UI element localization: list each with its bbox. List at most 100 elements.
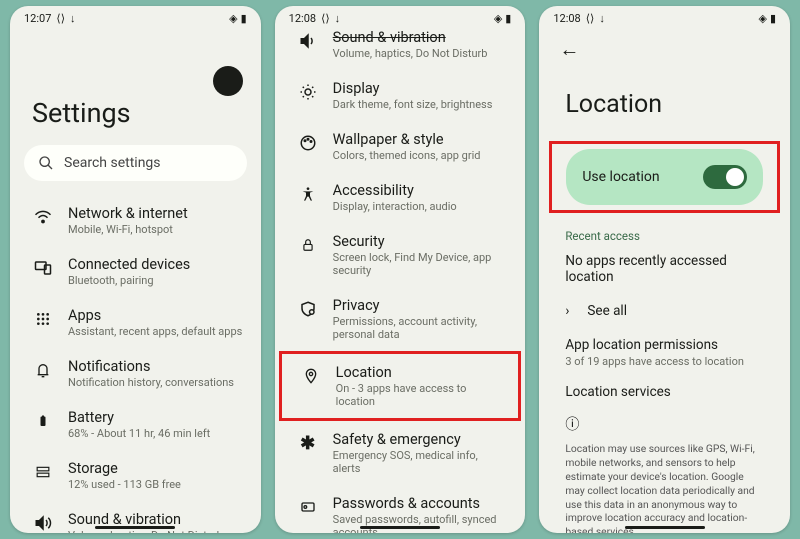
- wifi-icon: ◈: [494, 12, 502, 25]
- item-title: Security: [333, 233, 508, 250]
- item-title: Sound & vibration: [333, 29, 508, 46]
- battery-icon: ▮: [505, 12, 511, 25]
- settings-item-accessibility[interactable]: AccessibilityDisplay, interaction, audio: [279, 172, 522, 223]
- item-sub: Emergency SOS, medical info, alerts: [333, 449, 508, 475]
- item-sub: Colors, themed icons, app grid: [333, 149, 508, 162]
- nfc-icon: ⟨⟩: [56, 12, 65, 25]
- settings-item-location[interactable]: LocationOn - 3 apps have access to locat…: [279, 351, 522, 421]
- item-sub: Mobile, Wi-Fi, hotspot: [68, 223, 243, 236]
- location-settings-screen: 12:08 ⟨⟩ ↓ ◈ ▮ ← Location Use location R…: [539, 6, 790, 533]
- location-icon: [300, 365, 322, 387]
- wifi-icon: ◈: [758, 12, 766, 25]
- search-icon: [38, 155, 54, 171]
- brightness-icon: [297, 81, 319, 103]
- storage-icon: [32, 461, 54, 483]
- nav-handle[interactable]: [95, 526, 175, 529]
- nav-handle[interactable]: [625, 526, 705, 529]
- search-settings[interactable]: Search settings: [24, 145, 247, 181]
- status-time: 12:07: [24, 12, 51, 25]
- item-title: Safety & emergency: [333, 431, 508, 448]
- item-title: Privacy: [333, 297, 508, 314]
- item-title: Accessibility: [333, 182, 508, 199]
- item-sub: On - 3 apps have access to location: [336, 382, 505, 408]
- settings-scrolled-screen: 12:08 ⟨⟩ ↓ ◈ ▮ Sound & vibrationVolume, …: [275, 6, 526, 533]
- wifi-icon: ◈: [229, 12, 237, 25]
- location-disclaimer-1: Location may use sources like GPS, Wi-Fi…: [543, 440, 786, 533]
- item-title: Battery: [68, 409, 243, 426]
- item-sub: Volume, haptics, Do Not Disturb: [68, 529, 243, 533]
- item-sub: Notification history, conversations: [68, 376, 243, 389]
- settings-item-battery[interactable]: Battery68% - About 11 hr, 46 min left: [14, 399, 257, 450]
- no-recent-text: No apps recently accessed location: [543, 251, 786, 299]
- settings-item-network[interactable]: Network & internetMobile, Wi-Fi, hotspot: [14, 195, 257, 246]
- settings-item-storage[interactable]: Storage12% used - 113 GB free: [14, 450, 257, 501]
- info-icon: ⓘ: [543, 412, 786, 440]
- location-services[interactable]: Location services: [543, 380, 786, 412]
- settings-item-display[interactable]: DisplayDark theme, font size, brightness: [279, 70, 522, 121]
- battery-icon: ▮: [770, 12, 776, 25]
- item-sub: Dark theme, font size, brightness: [333, 98, 508, 111]
- accessibility-icon: [297, 183, 319, 205]
- item-sub: 12% used - 113 GB free: [68, 478, 243, 491]
- volume-icon: [32, 512, 54, 533]
- item-title: Apps: [68, 307, 243, 324]
- download-icon: ↓: [335, 12, 341, 25]
- chevron-right-icon: ›: [565, 303, 569, 319]
- page-title: Location: [543, 62, 786, 141]
- key-icon: [297, 496, 319, 518]
- item-sub: Permissions, account activity, personal …: [333, 315, 508, 341]
- item-title: Connected devices: [68, 256, 243, 273]
- item-title: Wallpaper & style: [333, 131, 508, 148]
- item-title: Location: [336, 364, 505, 381]
- download-icon: ↓: [599, 12, 605, 25]
- settings-item-security[interactable]: SecurityScreen lock, Find My Device, app…: [279, 223, 522, 287]
- use-location-toggle[interactable]: [703, 165, 747, 189]
- item-sub: Screen lock, Find My Device, app securit…: [333, 251, 508, 277]
- item-title: Passwords & accounts: [333, 495, 508, 512]
- settings-item-notifications[interactable]: NotificationsNotification history, conve…: [14, 348, 257, 399]
- recent-access-label: Recent access: [543, 213, 786, 251]
- item-sub: Display, interaction, audio: [333, 200, 508, 213]
- status-time: 12:08: [553, 12, 580, 25]
- item-sub: Bluetooth, pairing: [68, 274, 243, 287]
- use-location-toggle-row[interactable]: Use location: [566, 149, 763, 205]
- battery-icon: ▮: [241, 12, 247, 25]
- profile-avatar[interactable]: [213, 66, 243, 96]
- settings-item-safety[interactable]: ✱ Safety & emergencyEmergency SOS, medic…: [279, 421, 522, 485]
- settings-item-connected[interactable]: Connected devicesBluetooth, pairing: [14, 246, 257, 297]
- use-location-highlight: Use location: [549, 141, 780, 213]
- status-bar: 12:08 ⟨⟩ ↓ ◈ ▮: [275, 6, 526, 27]
- back-button[interactable]: ←: [543, 27, 786, 62]
- devices-icon: [32, 257, 54, 279]
- item-sub: 3 of 19 apps have access to location: [565, 355, 764, 368]
- item-title: Display: [333, 80, 508, 97]
- item-sub: Saved passwords, autofill, synced accoun…: [333, 513, 508, 533]
- nfc-icon: ⟨⟩: [321, 12, 330, 25]
- apps-icon: [32, 308, 54, 330]
- toggle-knob: [726, 168, 744, 186]
- app-location-permissions[interactable]: App location permissions 3 of 19 apps ha…: [543, 333, 786, 380]
- status-bar: 12:08 ⟨⟩ ↓ ◈ ▮: [539, 6, 790, 27]
- item-sub: Assistant, recent apps, default apps: [68, 325, 243, 338]
- nav-handle[interactable]: [360, 526, 440, 529]
- settings-item-wallpaper[interactable]: Wallpaper & styleColors, themed icons, a…: [279, 121, 522, 172]
- settings-main-screen: 12:07 ⟨⟩ ↓ ◈ ▮ Settings Search settings …: [10, 6, 261, 533]
- item-title: Location services: [565, 384, 764, 400]
- item-title: Network & internet: [68, 205, 243, 222]
- settings-item-sound[interactable]: Sound & vibrationVolume, haptics, Do Not…: [279, 27, 522, 70]
- bell-icon: [32, 359, 54, 381]
- wifi-icon: [32, 206, 54, 228]
- search-placeholder: Search settings: [64, 155, 161, 171]
- lock-icon: [297, 234, 319, 256]
- settings-item-apps[interactable]: AppsAssistant, recent apps, default apps: [14, 297, 257, 348]
- item-sub: 68% - About 11 hr, 46 min left: [68, 427, 243, 440]
- see-all-label: See all: [587, 303, 627, 319]
- see-all-button[interactable]: › See all: [543, 299, 786, 333]
- privacy-icon: [297, 298, 319, 320]
- emergency-icon: ✱: [297, 432, 319, 454]
- settings-item-privacy[interactable]: PrivacyPermissions, account activity, pe…: [279, 287, 522, 351]
- item-sub: Volume, haptics, Do Not Disturb: [333, 47, 508, 60]
- palette-icon: [297, 132, 319, 154]
- item-title: Notifications: [68, 358, 243, 375]
- item-title: App location permissions: [565, 337, 764, 353]
